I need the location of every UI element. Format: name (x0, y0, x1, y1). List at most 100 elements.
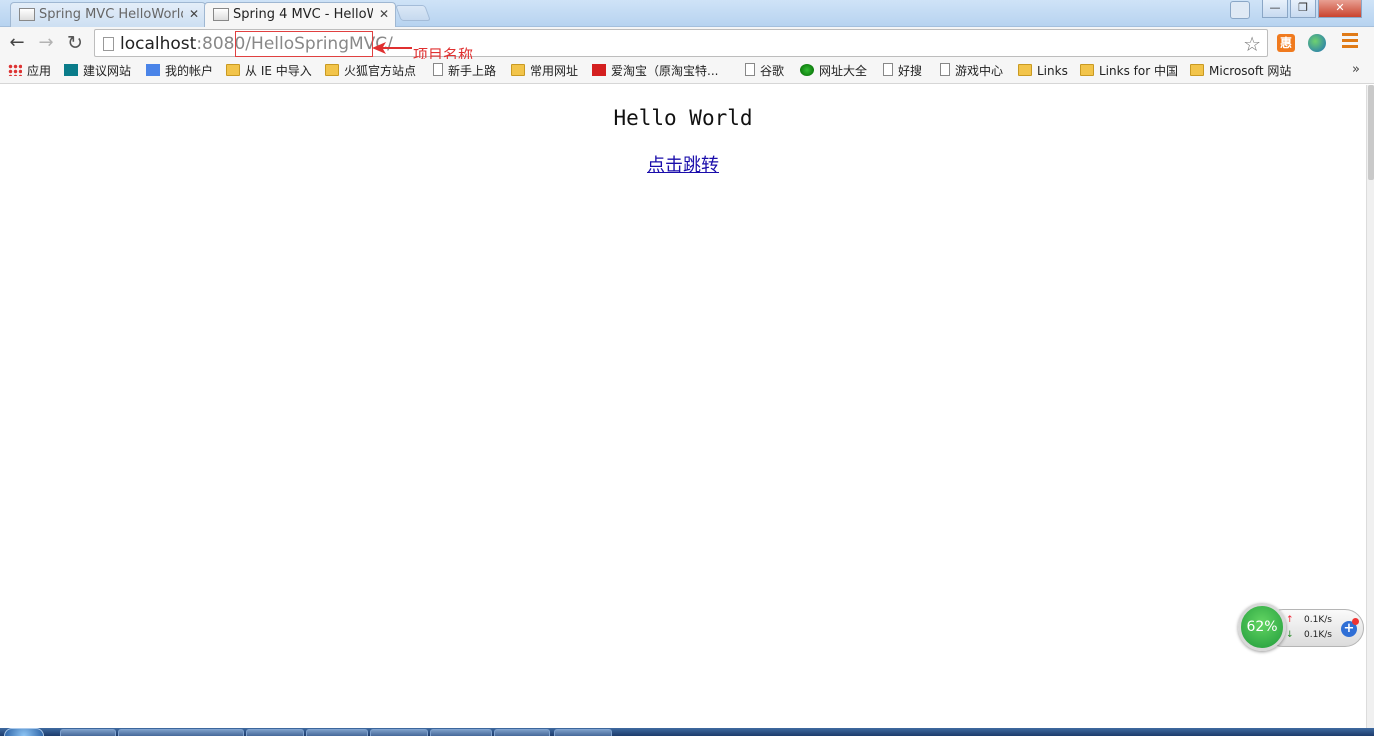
upload-speed-row: ↑ 0.1K/s (1286, 615, 1332, 625)
taskbar-item[interactable] (246, 729, 304, 736)
taskbar-item[interactable] (370, 729, 428, 736)
bing-icon (64, 64, 78, 76)
upload-speed: 0.1K/s (1304, 615, 1332, 625)
tab-favicon-icon (213, 8, 229, 21)
folder-icon (1018, 64, 1032, 76)
reload-button[interactable]: ↻ (63, 31, 87, 55)
forward-button[interactable]: → (34, 31, 58, 55)
page-icon (433, 63, 443, 76)
bookmarks-overflow-chevron-icon[interactable]: » (1352, 62, 1360, 77)
tab-title: Spring MVC HelloWorld (39, 7, 183, 22)
hamburger-menu-icon[interactable] (1342, 33, 1358, 51)
bookmark-apps[interactable]: 应用 (8, 63, 51, 79)
extension-globe-icon[interactable] (1308, 34, 1326, 52)
bookmark-label: 火狐官方站点 (344, 64, 417, 78)
bookmark-microsoft-sites[interactable]: Microsoft 网站 (1190, 63, 1291, 79)
google-icon (146, 64, 160, 76)
network-speed-widget[interactable]: 62% ↑ 0.1K/s ↓ 0.1K/s + (1238, 603, 1364, 651)
bookmark-label: Links (1037, 64, 1068, 78)
close-window-button[interactable]: ✕ (1318, 0, 1362, 18)
bookmark-label: 谷歌 (760, 64, 785, 78)
taskbar-item[interactable] (60, 729, 116, 736)
jump-link[interactable]: 点击跳转 (647, 155, 719, 176)
network-usage-circle[interactable]: 62% (1238, 603, 1286, 651)
bookmark-label: 网址大全 (819, 64, 868, 78)
bookmark-google[interactable]: 谷歌 (745, 63, 784, 79)
taskbar-item[interactable] (430, 729, 492, 736)
bookmark-common-sites[interactable]: 常用网址 (511, 63, 578, 79)
bookmark-label: 常用网址 (530, 64, 579, 78)
new-tab-button[interactable] (395, 5, 431, 21)
windows-taskbar (0, 728, 1374, 736)
arrow-left-icon: ← (9, 32, 25, 53)
browser-title-bar: Spring MVC HelloWorld ✕ Spring 4 MVC - H… (0, 0, 1374, 27)
scrollbar-thumb[interactable] (1368, 85, 1374, 180)
reload-icon: ↻ (67, 32, 83, 54)
bookmark-star-icon[interactable]: ☆ (1243, 32, 1261, 56)
taskbar-item[interactable] (306, 729, 368, 736)
bookmark-game-center[interactable]: 游戏中心 (940, 63, 1003, 79)
taskbar-item[interactable] (494, 729, 550, 736)
jump-link-container: 点击跳转 (0, 151, 1366, 177)
url-host: localhost (120, 34, 197, 54)
download-arrow-icon: ↓ (1286, 630, 1294, 640)
bookmark-import-from-ie[interactable]: 从 IE 中导入 (226, 63, 312, 79)
download-speed-row: ↓ 0.1K/s (1286, 630, 1332, 640)
tab-favicon-icon (19, 8, 35, 21)
bookmark-label: Microsoft 网站 (1209, 64, 1292, 78)
folder-icon (226, 64, 240, 76)
page-icon (940, 63, 950, 76)
minimize-button[interactable]: — (1262, 0, 1288, 18)
page-icon (103, 37, 114, 51)
start-button[interactable] (4, 728, 44, 736)
browser-toolbar: ← → ↻ localhost:8080/HelloSpringMVC/ ☆ 惠 (0, 27, 1374, 59)
restore-button[interactable]: ❐ (1290, 0, 1316, 18)
back-button[interactable]: ← (5, 31, 29, 55)
folder-icon (1080, 64, 1094, 76)
bookmark-label: 建议网站 (83, 64, 132, 78)
bookmark-label: 应用 (27, 64, 52, 78)
bookmark-my-account[interactable]: 我的帐户 (146, 63, 213, 79)
notification-dot-icon (1352, 618, 1359, 625)
page-viewport: Hello World 点击跳转 (0, 85, 1366, 728)
bookmark-haosou[interactable]: 好搜 (883, 63, 922, 79)
apps-grid-icon (8, 64, 22, 76)
bookmark-ai-taobao[interactable]: 爱淘宝（原淘宝特... (592, 63, 718, 79)
tab-close-icon[interactable]: ✕ (189, 3, 199, 26)
tab-title: Spring 4 MVC - HelloWorld (233, 7, 373, 22)
project-name-highlight-box (235, 31, 373, 57)
globe-icon (800, 64, 814, 76)
bookmark-label: 好搜 (898, 64, 923, 78)
annotation-arrow-icon (372, 42, 412, 54)
window-controls: — ❐ ✕ (1262, 0, 1362, 18)
vertical-scrollbar[interactable] (1366, 85, 1374, 728)
user-profile-icon[interactable] (1230, 1, 1250, 19)
bookmark-links[interactable]: Links (1018, 63, 1068, 79)
page-heading: Hello World (613, 106, 753, 130)
folder-icon (511, 64, 525, 76)
bookmark-getting-started[interactable]: 新手上路 (433, 63, 496, 79)
extension-deals-icon[interactable]: 惠 (1277, 34, 1295, 52)
arrow-right-icon: → (38, 32, 54, 53)
bookmark-label: 从 IE 中导入 (245, 64, 312, 78)
taskbar-item[interactable] (118, 729, 244, 736)
bookmark-label: 新手上路 (448, 64, 497, 78)
tab-spring4-mvc-helloworld[interactable]: Spring 4 MVC - HelloWorld ✕ (204, 2, 396, 27)
page-icon (883, 63, 893, 76)
bookmark-label: 游戏中心 (955, 64, 1004, 78)
bookmark-links-for-china[interactable]: Links for 中国 (1080, 63, 1178, 79)
bookmark-url-directory[interactable]: 网址大全 (800, 63, 867, 79)
bookmark-suggested-sites[interactable]: 建议网站 (64, 63, 131, 79)
address-bar[interactable]: localhost:8080/HelloSpringMVC/ ☆ (94, 29, 1268, 57)
folder-icon (325, 64, 339, 76)
taskbar-item[interactable] (554, 729, 612, 736)
bookmark-label: 爱淘宝（原淘宝特... (611, 64, 719, 78)
bookmarks-bar: 应用 建议网站 我的帐户 从 IE 中导入 火狐官方站点 新手上路 常用网址 爱… (0, 59, 1374, 84)
taobao-icon (592, 64, 606, 76)
tab-close-icon[interactable]: ✕ (379, 3, 389, 26)
tab-spring-mvc-helloworld[interactable]: Spring MVC HelloWorld ✕ (10, 2, 206, 27)
bookmark-label: 我的帐户 (165, 64, 214, 78)
bookmark-label: Links for 中国 (1099, 64, 1178, 78)
page-icon (745, 63, 755, 76)
bookmark-firefox-sites[interactable]: 火狐官方站点 (325, 63, 416, 79)
